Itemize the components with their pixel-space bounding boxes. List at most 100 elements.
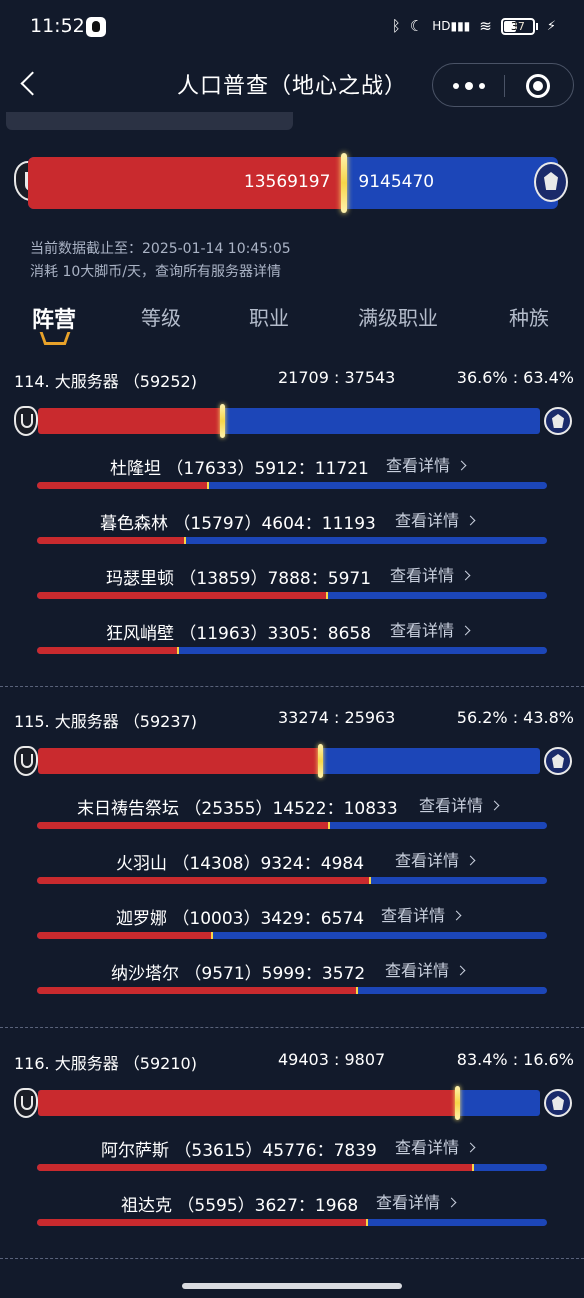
tab-class[interactable]: 职业: [249, 302, 289, 331]
view-details-link[interactable]: 查看详情: [376, 1189, 457, 1213]
view-details-link[interactable]: 查看详情: [381, 902, 462, 926]
total-bar-divider: [341, 153, 348, 213]
view-details-label: 查看详情: [395, 511, 460, 530]
view-details-link[interactable]: 查看详情: [386, 452, 467, 476]
region-ratio: 33274 : 25963: [278, 708, 396, 727]
tab-level[interactable]: 等级: [141, 302, 181, 331]
region-percent: 56.2% : 43.8%: [456, 708, 574, 727]
view-details-link[interactable]: 查看详情: [395, 847, 476, 871]
chevron-right-icon: [446, 1197, 457, 1208]
server-bar-divider: [366, 1219, 369, 1226]
chevron-right-icon: [465, 1142, 476, 1153]
server-row: 狂风峭壁 （11963）3305：8658 查看详情: [0, 619, 584, 675]
server-bar-divider: [326, 592, 329, 599]
alliance-emblem-icon: [544, 1089, 572, 1117]
server-bar-horde-fill: [37, 647, 178, 654]
category-tabs: 阵营 等级 职业 满级职业 种族: [0, 298, 584, 346]
view-details-link[interactable]: 查看详情: [390, 562, 471, 586]
region-name: 114. 大服务器 （59252): [14, 372, 197, 391]
region-faction-bar: [14, 402, 574, 442]
bluetooth-icon: ᛒ: [391, 17, 401, 35]
wifi-icon: ≋: [479, 17, 492, 35]
faction-total-bar: 13569197 9145470: [14, 153, 568, 213]
server-bar-horde-fill: [37, 1164, 473, 1171]
qq-icon: [86, 17, 106, 37]
moon-icon: ☾: [409, 17, 424, 35]
chevron-right-icon: [451, 910, 462, 921]
server-stats: 狂风峭壁 （11963）3305：8658: [106, 624, 372, 644]
server-bar-divider: [206, 482, 209, 489]
server-bar-divider: [368, 877, 371, 884]
server-row: 祖达克 （5595）3627：1968 查看详情: [0, 1191, 584, 1247]
alliance-total: 9145470: [358, 172, 435, 192]
region-bar-divider: [219, 404, 225, 438]
server-stats: 纳沙塔尔 （9571）5999：3572: [111, 964, 366, 984]
server-faction-bar: [37, 877, 547, 884]
server-row: 末日祷告祭坛 （25355）14522：10833 查看详情: [0, 794, 584, 850]
server-row: 迦罗娜 （10003）3429：6574 查看详情: [0, 904, 584, 960]
server-stats: 祖达克 （5595）3627：1968: [121, 1196, 359, 1216]
region-header: 115. 大服务器 （59237) 33274 : 25963 56.2% : 43…: [14, 708, 574, 732]
server-bar-divider: [355, 987, 358, 994]
region-bar-divider: [318, 744, 324, 778]
server-bar-divider: [184, 537, 187, 544]
tab-faction[interactable]: 阵营: [32, 302, 76, 334]
server-row: 暮色森林 （15797）4604：11193 查看详情: [0, 509, 584, 565]
server-stats: 杜隆坦 （17633）5912：11721: [110, 459, 369, 479]
view-details-label: 查看详情: [395, 851, 460, 870]
view-details-label: 查看详情: [395, 1138, 460, 1157]
chevron-right-icon: [489, 800, 500, 811]
region-percent: 36.6% : 63.4%: [456, 368, 574, 387]
horde-total: 13569197: [243, 172, 331, 192]
view-details-label: 查看详情: [386, 456, 451, 475]
server-stats: 阿尔萨斯 （53615）45776：7839: [101, 1141, 377, 1161]
more-options-icon[interactable]: [453, 76, 485, 96]
view-details-label: 查看详情: [419, 796, 484, 815]
status-time: 11:52: [30, 15, 85, 37]
view-details-label: 查看详情: [376, 1193, 441, 1212]
server-stats: 火羽山 （14308）9324：4984: [116, 854, 365, 874]
region-name: 116. 大服务器 （59210): [14, 1054, 197, 1073]
server-bar-horde-fill: [37, 987, 357, 994]
tab-race[interactable]: 种族: [509, 302, 549, 331]
scrolled-header-remnant: [6, 112, 293, 130]
server-row: 玛瑟里顿 （13859）7888：5971 查看详情: [0, 564, 584, 620]
server-stats: 迦罗娜 （10003）3429：6574: [116, 909, 365, 929]
server-bar-divider: [176, 647, 179, 654]
region-header: 114. 大服务器 （59252) 21709 : 37543 36.6% : 63…: [14, 368, 574, 392]
server-bar-horde-fill: [37, 482, 208, 489]
nav-bar: 人口普查（地心之战）: [0, 54, 584, 112]
server-bar-horde-fill: [37, 537, 186, 544]
region-bar-horde-fill: [38, 1090, 457, 1116]
server-faction-bar: [37, 822, 547, 829]
server-bar-divider: [328, 822, 331, 829]
chevron-right-icon: [460, 625, 471, 636]
chevron-right-icon: [455, 965, 466, 976]
region-bar-divider: [454, 1086, 460, 1120]
horde-emblem-icon: [14, 1088, 38, 1118]
home-indicator[interactable]: [182, 1283, 402, 1289]
view-details-link[interactable]: 查看详情: [390, 617, 471, 641]
view-details-link[interactable]: 查看详情: [395, 1134, 476, 1158]
server-stats: 暮色森林 （15797）4604：11193: [100, 514, 376, 534]
capsule-divider: [504, 75, 505, 97]
server-bar-horde-fill: [37, 932, 212, 939]
server-bar-horde-fill: [37, 592, 328, 599]
alliance-emblem-icon: [544, 407, 572, 435]
view-details-label: 查看详情: [390, 566, 455, 585]
server-row: 纳沙塔尔 （9571）5999：3572 查看详情: [0, 959, 584, 1015]
data-meta: 当前数据截止至：2025-01-14 10:45:05 消耗 10大脚币/天，查…: [30, 238, 291, 284]
view-details-link[interactable]: 查看详情: [395, 507, 476, 531]
region-bar-horde-fill: [38, 408, 222, 434]
data-updated-time: 当前数据截止至：2025-01-14 10:45:05: [30, 241, 291, 257]
view-details-link[interactable]: 查看详情: [419, 792, 500, 816]
server-row: 阿尔萨斯 （53615）45776：7839 查看详情: [0, 1136, 584, 1192]
chevron-right-icon: [460, 570, 471, 581]
region-name: 115. 大服务器 （59237): [14, 712, 197, 731]
server-faction-bar: [37, 592, 547, 599]
view-details-link[interactable]: 查看详情: [385, 957, 466, 981]
tab-max-level-class[interactable]: 满级职业: [358, 302, 438, 331]
close-miniprogram-icon[interactable]: [526, 74, 550, 98]
hd-signal-icon: HD▮▮▮: [432, 19, 471, 33]
server-bar-divider: [471, 1164, 474, 1171]
